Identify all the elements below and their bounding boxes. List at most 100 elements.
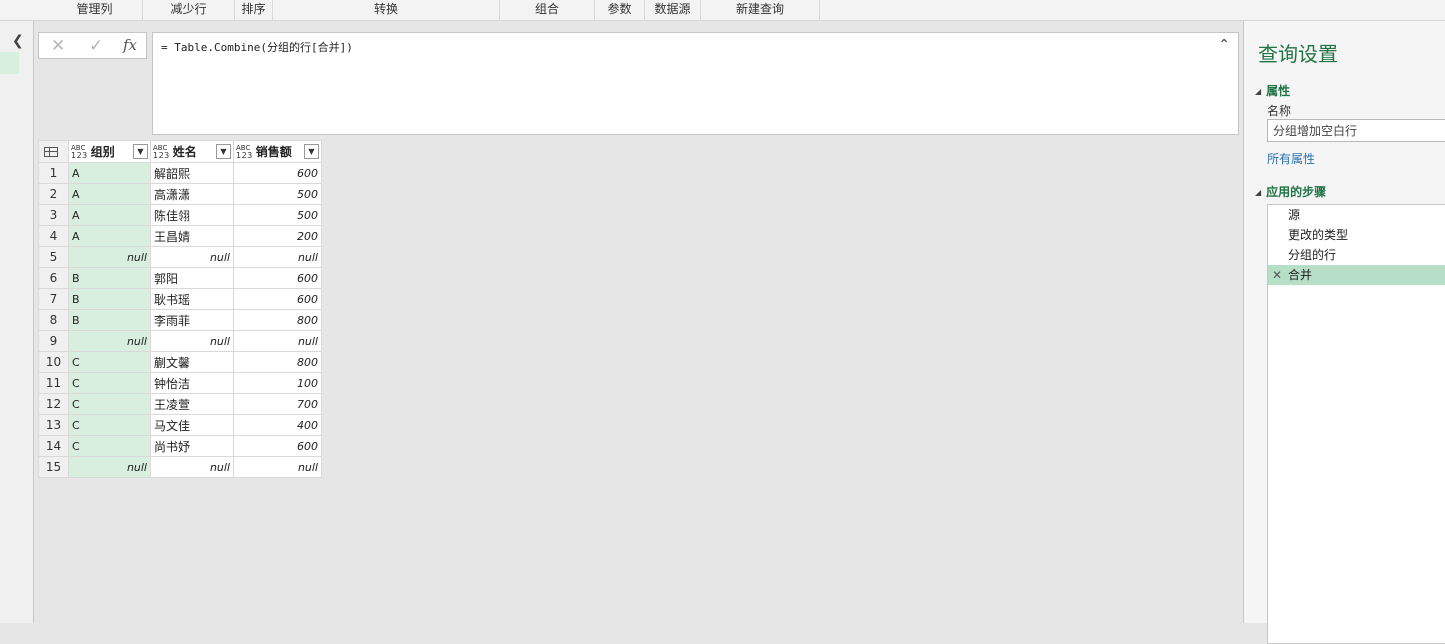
cell-name[interactable]: 蒯文馨 [150,351,234,373]
table-row[interactable]: 12 C 王凌萱 700 [38,393,322,415]
row-number[interactable]: 5 [38,246,69,268]
collapse-triangle-icon[interactable]: ◢ [1255,188,1261,197]
table-row[interactable]: 5 null null null [38,246,322,268]
table-row[interactable]: 7 B 耿书瑶 600 [38,288,322,310]
table-row[interactable]: 10 C 蒯文馨 800 [38,351,322,373]
cell-sales[interactable]: 700 [233,393,322,415]
table-row[interactable]: 15 null null null [38,456,322,478]
row-number[interactable]: 14 [38,435,69,457]
cell-group[interactable]: B [68,288,151,310]
formula-text[interactable]: = Table.Combine(分组的行[合并]) [161,39,353,55]
table-menu-button[interactable] [38,140,69,163]
row-number[interactable]: 15 [38,456,69,478]
column-header-sales[interactable]: ABC 123 销售额 ▼ [233,140,322,163]
cell-group[interactable]: C [68,393,151,415]
any-type-icon[interactable]: ABC 123 [71,144,88,159]
cell-sales[interactable]: 200 [233,225,322,247]
cell-name[interactable]: 尚书妤 [150,435,234,457]
applied-step[interactable]: 更改的类型 [1268,225,1445,245]
cell-group[interactable]: null [68,246,151,268]
applied-steps-section-header[interactable]: ◢ 应用的步骤 [1255,183,1326,200]
cell-name[interactable]: 解韶熙 [150,162,234,184]
table-row[interactable]: 14 C 尚书妤 600 [38,435,322,457]
cell-sales[interactable]: 600 [233,435,322,457]
row-number[interactable]: 3 [38,204,69,226]
applied-step[interactable]: 源 [1268,205,1445,225]
cell-name[interactable]: 马文佳 [150,414,234,436]
cell-name[interactable]: 耿书瑶 [150,288,234,310]
cell-sales[interactable]: 600 [233,162,322,184]
cell-group[interactable]: A [68,204,151,226]
cell-sales[interactable]: 400 [233,414,322,436]
table-row[interactable]: 13 C 马文佳 400 [38,414,322,436]
cell-name[interactable]: 高潇潇 [150,183,234,205]
cell-name[interactable]: 王凌萱 [150,393,234,415]
cell-group[interactable]: B [68,309,151,331]
row-number[interactable]: 4 [38,225,69,247]
cell-sales[interactable]: null [233,246,322,268]
column-header-group[interactable]: ABC 123 组别 ▼ [68,140,151,163]
row-number[interactable]: 11 [38,372,69,394]
all-properties-link[interactable]: 所有属性 [1267,150,1315,167]
cell-group[interactable]: B [68,267,151,289]
cell-sales[interactable]: 500 [233,204,322,226]
table-row[interactable]: 9 null null null [38,330,322,352]
cell-sales[interactable]: 600 [233,267,322,289]
query-name-input[interactable] [1267,119,1445,142]
row-number[interactable]: 12 [38,393,69,415]
delete-step-icon[interactable]: ✕ [1272,265,1282,285]
filter-dropdown-icon[interactable]: ▼ [133,144,148,159]
commit-formula-icon[interactable]: ✓ [89,36,103,56]
cell-name[interactable]: null [150,330,234,352]
table-row[interactable]: 3 A 陈佳翎 500 [38,204,322,226]
table-row[interactable]: 8 B 李雨菲 800 [38,309,322,331]
row-number[interactable]: 8 [38,309,69,331]
filter-dropdown-icon[interactable]: ▼ [304,144,319,159]
cell-sales[interactable]: null [233,330,322,352]
applied-step[interactable]: 分组的行 [1268,245,1445,265]
cell-group[interactable]: A [68,183,151,205]
fx-icon[interactable]: fx [123,36,137,54]
column-header-name[interactable]: ABC 123 姓名 ▼ [150,140,234,163]
cell-sales[interactable]: 500 [233,183,322,205]
table-row[interactable]: 4 A 王昌婧 200 [38,225,322,247]
cell-group[interactable]: C [68,351,151,373]
cell-group[interactable]: C [68,435,151,457]
chevron-up-icon[interactable]: ⌃ [1218,37,1230,53]
filter-dropdown-icon[interactable]: ▼ [216,144,231,159]
table-row[interactable]: 2 A 高潇潇 500 [38,183,322,205]
cell-name[interactable]: 郭阳 [150,267,234,289]
cell-sales[interactable]: 600 [233,288,322,310]
cell-name[interactable]: 王昌婧 [150,225,234,247]
row-number[interactable]: 7 [38,288,69,310]
properties-section-header[interactable]: ◢ 属性 [1255,82,1290,99]
row-number[interactable]: 1 [38,162,69,184]
cell-sales[interactable]: 100 [233,372,322,394]
cell-group[interactable]: null [68,456,151,478]
cell-group[interactable]: C [68,372,151,394]
cell-name[interactable]: 陈佳翎 [150,204,234,226]
formula-input[interactable]: = Table.Combine(分组的行[合并]) ⌃ [152,32,1239,135]
row-number[interactable]: 10 [38,351,69,373]
cell-name[interactable]: 李雨菲 [150,309,234,331]
cell-group[interactable]: null [68,330,151,352]
table-row[interactable]: 11 C 钟怡洁 100 [38,372,322,394]
cell-sales[interactable]: 800 [233,351,322,373]
table-row[interactable]: 1 A 解韶熙 600 [38,162,322,184]
row-number[interactable]: 6 [38,267,69,289]
cell-name[interactable]: null [150,246,234,268]
cell-name[interactable]: 钟怡洁 [150,372,234,394]
row-number[interactable]: 13 [38,414,69,436]
cell-sales[interactable]: null [233,456,322,478]
table-row[interactable]: 6 B 郭阳 600 [38,267,322,289]
cell-sales[interactable]: 800 [233,309,322,331]
applied-step[interactable]: ✕ 合并 [1268,265,1445,285]
row-number[interactable]: 9 [38,330,69,352]
chevron-left-icon[interactable]: ❮ [12,33,24,49]
cell-group[interactable]: A [68,225,151,247]
collapse-triangle-icon[interactable]: ◢ [1255,87,1261,96]
cell-name[interactable]: null [150,456,234,478]
row-number[interactable]: 2 [38,183,69,205]
any-type-icon[interactable]: ABC 123 [153,144,170,159]
cell-group[interactable]: C [68,414,151,436]
